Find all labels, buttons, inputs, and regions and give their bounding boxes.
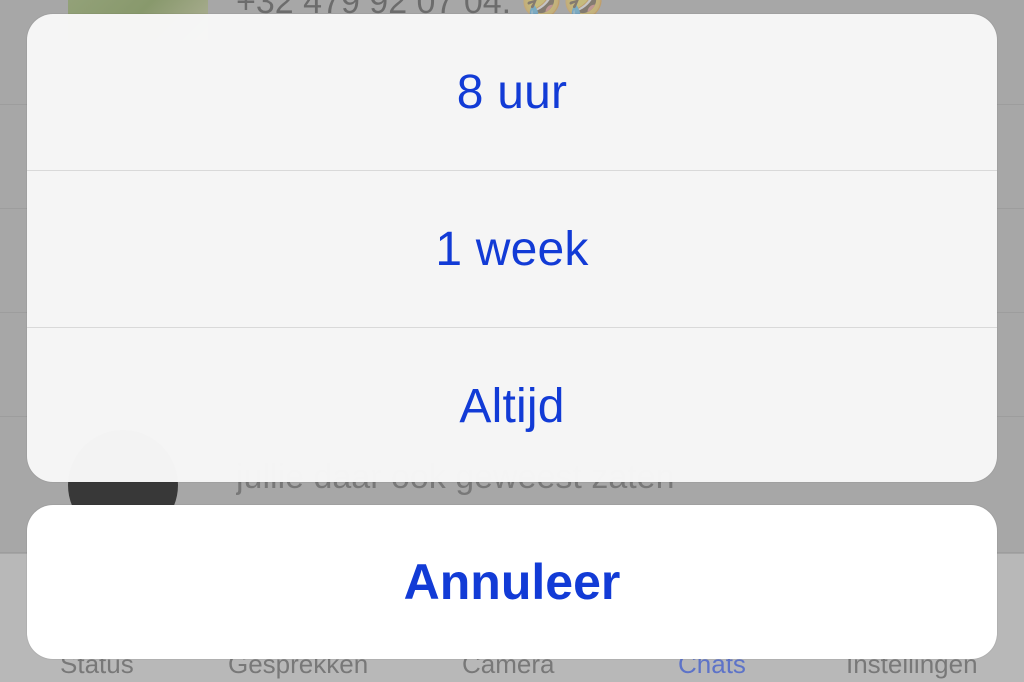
cancel-button[interactable]: Annuleer [27, 505, 997, 659]
option-1-week[interactable]: 1 week [27, 171, 997, 328]
action-sheet-cancel: Annuleer [27, 505, 997, 659]
option-8-uur[interactable]: 8 uur [27, 14, 997, 171]
action-sheet-options: 8 uur 1 week Altijd [27, 14, 997, 482]
option-altijd[interactable]: Altijd [27, 328, 997, 482]
